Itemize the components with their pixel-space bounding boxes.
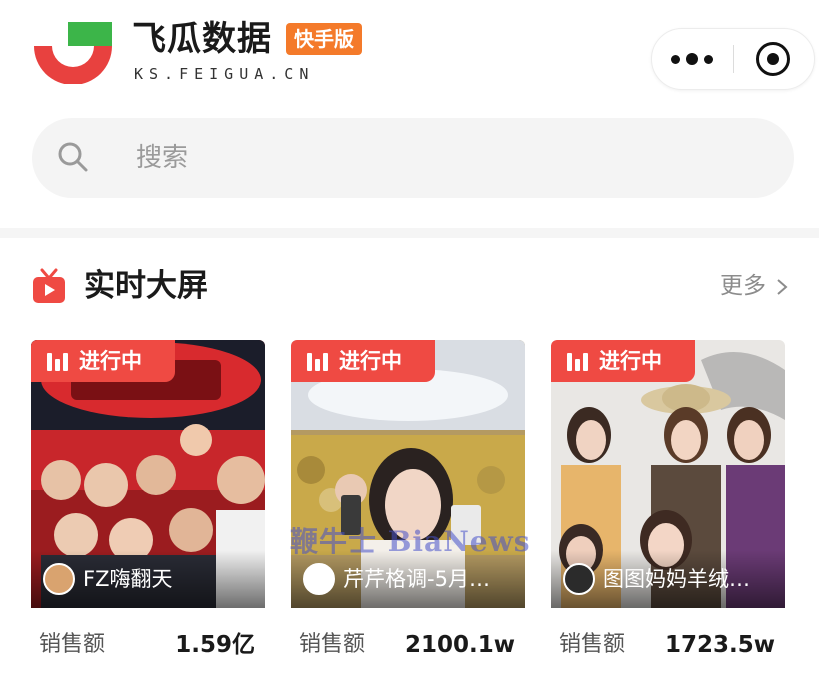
live-card[interactable]: 进行中 芹芹格调-5月… 销售额 2100.1w — [291, 340, 525, 676]
live-status-label: 进行中 — [339, 349, 402, 373]
streamer-name: 芹芹格调-5月… — [343, 567, 490, 591]
avatar — [563, 563, 595, 595]
streamer-name: 图图妈妈羊绒… — [603, 567, 750, 591]
sales-label: 销售额 — [559, 632, 626, 657]
live-status-badge: 进行中 — [291, 340, 435, 382]
target-close-icon[interactable] — [756, 42, 790, 76]
live-bars-icon — [307, 351, 329, 371]
sales-value: 1723.5w — [664, 632, 775, 658]
live-cover[interactable]: 进行中 图图妈妈羊绒… — [551, 340, 785, 608]
live-bars-icon — [567, 351, 589, 371]
live-bars-icon — [47, 351, 69, 371]
capsule-divider — [733, 45, 734, 73]
live-cover[interactable]: 进行中 FZ嗨翻天 — [31, 340, 265, 608]
streamer-info: FZ嗨翻天 — [31, 550, 265, 608]
live-status-badge: 进行中 — [31, 340, 175, 382]
live-status-label: 进行中 — [79, 349, 142, 373]
sales-label: 销售额 — [39, 632, 106, 657]
live-cover[interactable]: 进行中 芹芹格调-5月… — [291, 340, 525, 608]
live-card[interactable]: 进行中 FZ嗨翻天 销售额 1.59亿 — [31, 340, 265, 676]
feigua-logo-icon — [34, 22, 112, 84]
sales-value: 1.59亿 — [175, 632, 255, 658]
live-card[interactable]: 进行中 图图妈妈羊绒… 销售额 1723.5w — [551, 340, 785, 676]
avatar — [303, 563, 335, 595]
chevron-right-icon[interactable] — [776, 278, 788, 296]
brand-name: 飞瓜数据 — [132, 19, 272, 59]
section-divider — [0, 228, 819, 238]
more-dots-icon[interactable] — [652, 29, 732, 89]
tv-icon — [33, 268, 65, 303]
search-placeholder: 搜索 — [136, 143, 189, 173]
sales-stat: 销售额 1723.5w — [551, 626, 785, 666]
watermark: 鞭牛士 BiaNews — [290, 525, 531, 558]
streamer-name: FZ嗨翻天 — [83, 567, 173, 591]
avatar — [43, 563, 75, 595]
sales-label: 销售额 — [299, 632, 366, 657]
live-status-badge: 进行中 — [551, 340, 695, 382]
streamer-info: 图图妈妈羊绒… — [551, 550, 785, 608]
search-icon — [58, 142, 88, 172]
sales-stat: 销售额 1.59亿 — [31, 626, 265, 666]
sales-value: 2100.1w — [404, 632, 515, 658]
sales-stat: 销售额 2100.1w — [291, 626, 525, 666]
section-title: 实时大屏 — [84, 268, 208, 304]
mini-program-capsule — [651, 28, 815, 90]
header: 飞瓜数据 快手版 KS.FEIGUA.CN — [0, 0, 819, 110]
brand-badge: 快手版 — [286, 23, 362, 55]
more-link[interactable]: 更多 — [720, 270, 766, 302]
live-status-label: 进行中 — [599, 349, 662, 373]
search-bar[interactable]: 搜索 — [32, 118, 794, 198]
page: 飞瓜数据 快手版 KS.FEIGUA.CN 搜索 实时大屏 更多 进行中 FZ嗨… — [0, 0, 819, 676]
brand-domain: KS.FEIGUA.CN — [134, 65, 315, 83]
